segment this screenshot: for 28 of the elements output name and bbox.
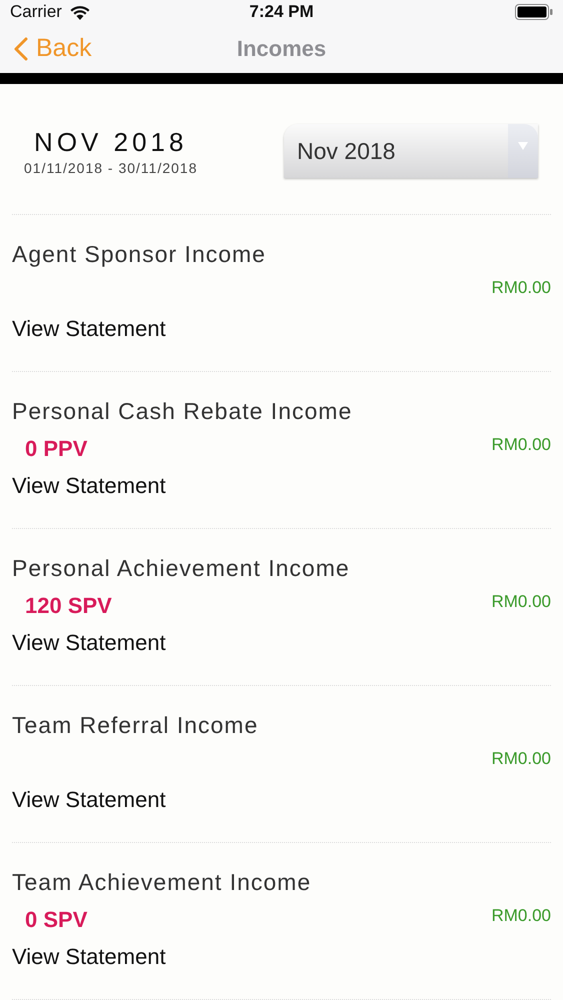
month-dropdown[interactable]: Nov 2018 bbox=[284, 124, 538, 178]
view-statement-link[interactable]: View Statement bbox=[12, 316, 166, 342]
income-title: Team Referral Income bbox=[12, 712, 260, 739]
points-value: 0 SPV bbox=[25, 907, 88, 933]
clock-time: 7:24 PM bbox=[249, 2, 314, 22]
view-statement-link[interactable]: View Statement bbox=[12, 787, 166, 813]
income-title: Team Achievement Income bbox=[12, 869, 312, 896]
wifi-icon bbox=[70, 4, 90, 20]
month-title: NOV 2018 bbox=[34, 126, 188, 158]
view-statement-link[interactable]: View Statement bbox=[12, 944, 166, 970]
income-amount: RM0.00 bbox=[491, 592, 551, 612]
nav-title: Incomes bbox=[236, 36, 326, 62]
battery-icon bbox=[515, 4, 553, 20]
carrier-label: Carrier bbox=[10, 2, 62, 22]
income-amount: RM0.00 bbox=[491, 906, 551, 926]
income-title: Agent Sponsor Income bbox=[12, 241, 267, 268]
income-amount: RM0.00 bbox=[491, 749, 551, 769]
chevron-left-icon bbox=[14, 36, 28, 61]
view-statement-link[interactable]: View Statement bbox=[12, 473, 166, 499]
income-title: Personal Achievement Income bbox=[12, 555, 351, 582]
date-range: 01/11/2018 - 30/11/2018 bbox=[24, 160, 198, 176]
view-statement-link[interactable]: View Statement bbox=[12, 630, 166, 656]
points-value: 0 PPV bbox=[25, 436, 88, 462]
income-amount: RM0.00 bbox=[491, 278, 551, 298]
points-value: 120 SPV bbox=[25, 593, 112, 619]
income-title: Personal Cash Rebate Income bbox=[12, 398, 354, 425]
caret-icon bbox=[518, 142, 528, 150]
income-amount: RM0.00 bbox=[491, 435, 551, 455]
